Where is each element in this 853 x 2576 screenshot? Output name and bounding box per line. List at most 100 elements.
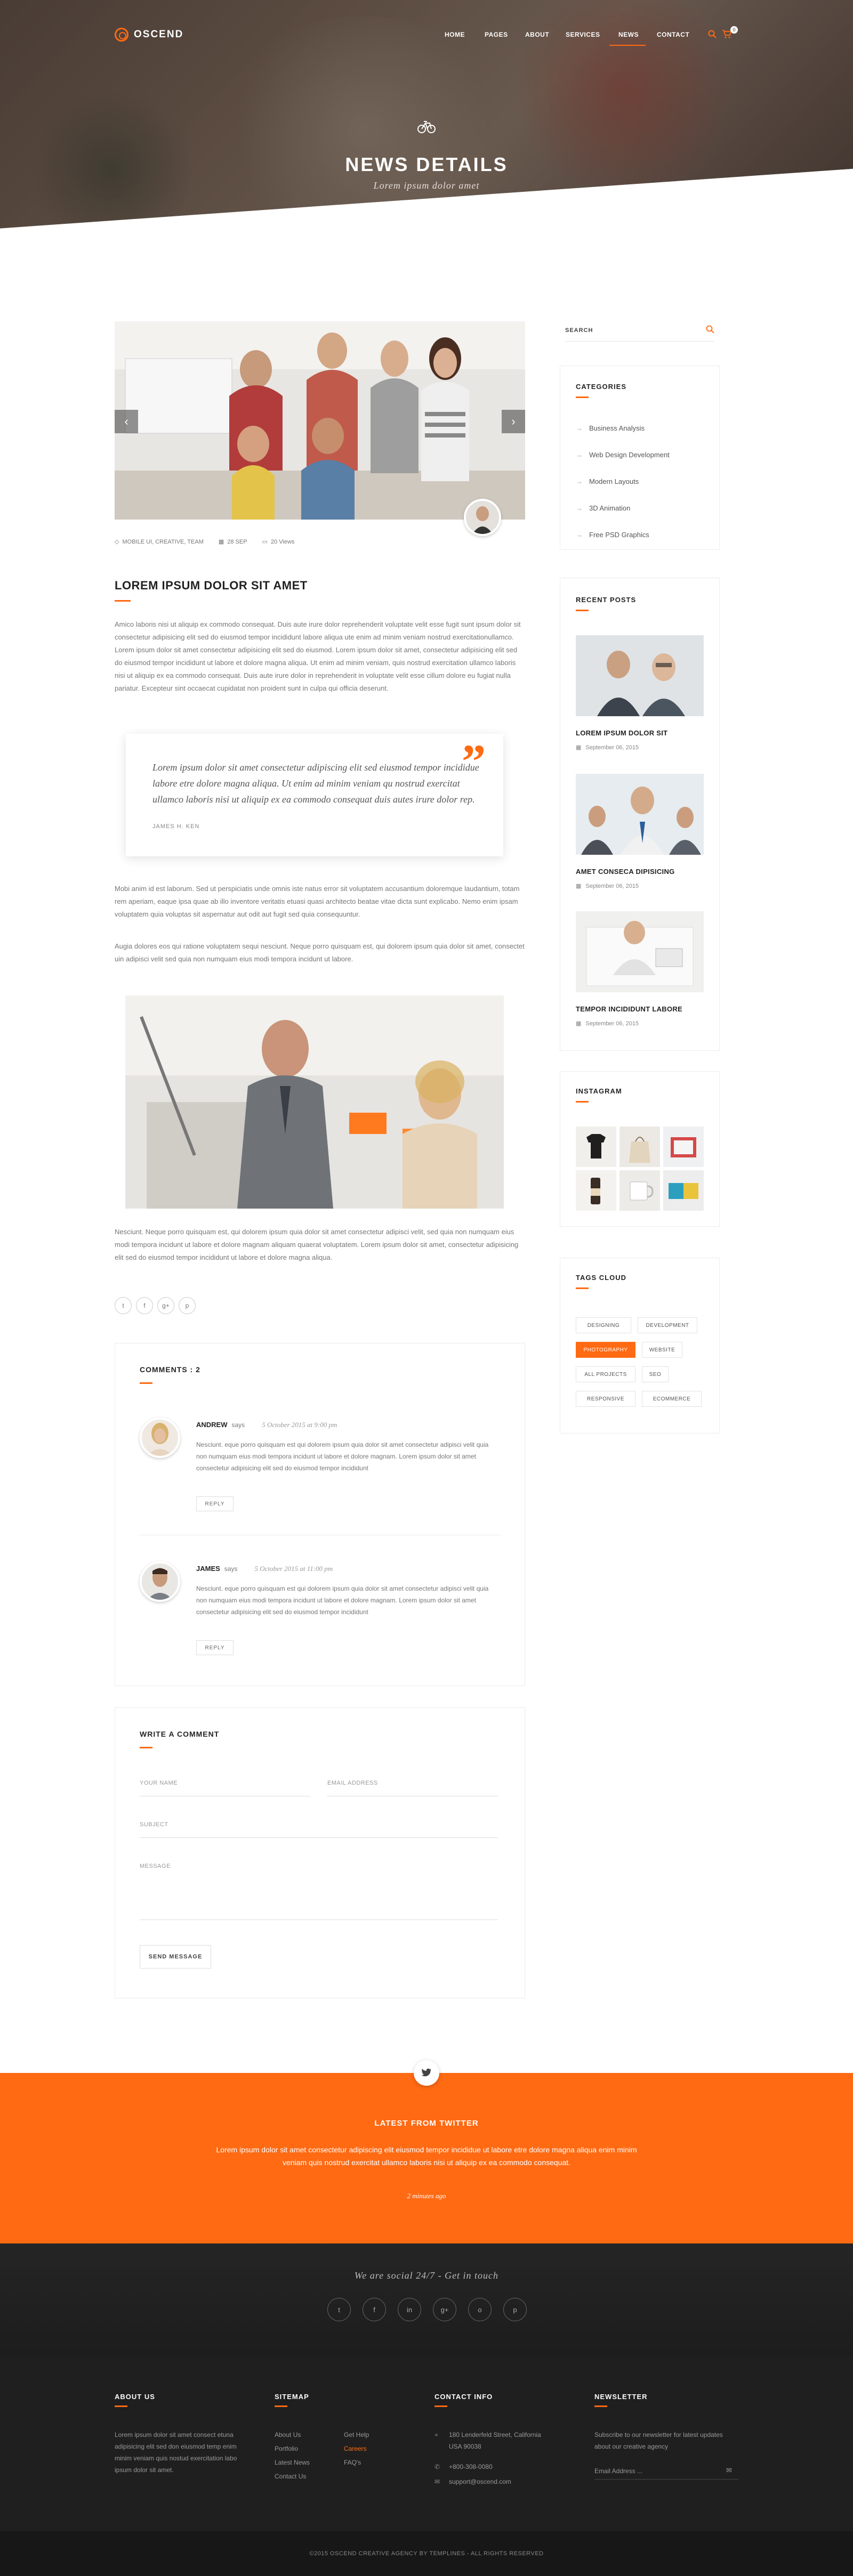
footer-contact-title: CONTACT INFO xyxy=(434,2393,493,2401)
recent-post-thumb[interactable] xyxy=(576,635,704,716)
footer-link[interactable]: About Us xyxy=(275,2431,301,2439)
recent-post-thumb[interactable] xyxy=(576,774,704,855)
comments-box xyxy=(115,1343,525,1686)
meta-date: ▦ 28 SEP xyxy=(218,538,247,546)
page-title: NEWS DETAILS xyxy=(345,153,508,175)
nav-about[interactable]: ABOUT xyxy=(525,31,549,38)
social-title: We are social 24/7 - Get in touch xyxy=(354,2270,499,2281)
recent-post-title[interactable]: AMET CONSECA DIPISICING xyxy=(576,868,675,876)
footer-about-text: Lorem ipsum dolor sit amet consect etuna… xyxy=(115,2431,237,2474)
tag-all-projects[interactable]: ALL PROJECTS xyxy=(576,1366,635,1382)
linkedin-icon[interactable]: in xyxy=(398,2298,421,2321)
post-image-slider[interactable]: ‹ › xyxy=(115,321,525,520)
comment-author: JAMES xyxy=(196,1565,220,1573)
search-icon[interactable] xyxy=(708,30,717,38)
tag-seo[interactable]: SEO xyxy=(642,1366,669,1382)
instagram-photo[interactable] xyxy=(619,1127,660,1167)
instagram-photo[interactable] xyxy=(576,1127,616,1167)
instagram-underline xyxy=(576,1101,589,1103)
pinterest-share-icon[interactable]: p xyxy=(179,1297,196,1314)
social-icons: t f in g+ o p xyxy=(327,2298,527,2321)
tag-responsive[interactable]: RESPONSIVE xyxy=(576,1391,635,1407)
slider-prev-button[interactable]: ‹ xyxy=(115,410,138,433)
subject-field-underline xyxy=(140,1837,498,1838)
footer-phone: +800-308-0080 xyxy=(449,2463,493,2470)
nav-pages[interactable]: PAGES xyxy=(485,31,508,38)
instagram-grid xyxy=(576,1127,704,1212)
calendar-icon: ▦ xyxy=(576,744,582,751)
tag-ecommerce[interactable]: ECOMMERCE xyxy=(642,1391,702,1407)
comments-title: COMMENTS : 2 xyxy=(140,1365,200,1374)
nav-home[interactable]: HOME xyxy=(445,31,465,38)
nav-news[interactable]: NEWS xyxy=(618,31,639,38)
category-item[interactable]: → Modern Layouts xyxy=(576,477,639,485)
footer-link[interactable]: Latest News xyxy=(275,2459,310,2466)
copyright-text: ©2015 OSCEND CREATIVE AGENCY BY TEMPLINE… xyxy=(309,2550,544,2557)
recent-posts-underline xyxy=(576,610,589,611)
reply-button[interactable]: REPLY xyxy=(196,1640,234,1655)
name-field[interactable]: YOUR NAME xyxy=(140,1780,310,1794)
newsletter-email-input[interactable]: Email Address ... xyxy=(594,2467,722,2475)
subject-field[interactable]: SUBJECT xyxy=(140,1821,498,1835)
slider-next-button[interactable]: › xyxy=(502,410,525,433)
comment-date: 5 October 2015 at 9:00 pm xyxy=(262,1421,337,1429)
instagram-icon[interactable]: o xyxy=(468,2298,492,2321)
pinterest-icon[interactable]: p xyxy=(503,2298,527,2321)
recent-post-date: ▦ September 06, 2015 xyxy=(576,882,639,890)
instagram-photo[interactable] xyxy=(663,1170,704,1211)
google-share-icon[interactable]: g+ xyxy=(157,1297,174,1314)
nav-services[interactable]: SERVICES xyxy=(566,31,600,38)
category-item[interactable]: → Web Design Development xyxy=(576,451,670,459)
category-item[interactable]: → Business Analysis xyxy=(576,424,645,432)
footer-sitemap-underline xyxy=(275,2405,287,2407)
facebook-share-icon[interactable]: f xyxy=(136,1297,153,1314)
email-field[interactable]: EMAIL ADDRESS xyxy=(327,1780,498,1794)
comment-1-header: ANDREW says 5 October 2015 at 9:00 pm xyxy=(196,1421,337,1429)
send-message-button[interactable]: SEND MESSAGE xyxy=(140,1945,211,1969)
tag-development[interactable]: DEVELOPMENT xyxy=(638,1317,697,1333)
post-paragraph-3: Augia dolores eos qui ratione voluptatem… xyxy=(115,942,525,963)
recent-posts-title: RECENT POSTS xyxy=(576,596,637,604)
recent-post-title[interactable]: TEMPOR INCIDIDUNT LABORE xyxy=(576,1005,682,1013)
categories-title: CATEGORIES xyxy=(576,383,626,391)
instagram-photo[interactable] xyxy=(576,1170,616,1211)
recent-post-date: ▦ September 06, 2015 xyxy=(576,1020,639,1027)
message-field[interactable]: MESSAGE xyxy=(140,1863,498,1916)
instagram-photo[interactable] xyxy=(663,1127,704,1167)
comments-underline xyxy=(140,1382,152,1384)
footer-sitemap-title: SITEMAP xyxy=(275,2393,309,2401)
recent-post-title[interactable]: LOREM IPSUM DOLOR SIT xyxy=(576,729,667,737)
footer-link[interactable]: Portfolio xyxy=(275,2445,298,2452)
footer-link[interactable]: Contact Us xyxy=(275,2473,306,2480)
categories-underline xyxy=(576,396,589,398)
send-icon[interactable]: ✉ xyxy=(726,2466,732,2475)
footer-email[interactable]: support@oscend.com xyxy=(449,2478,511,2485)
category-item[interactable]: → 3D Animation xyxy=(576,504,630,512)
facebook-icon[interactable]: f xyxy=(363,2298,386,2321)
post-paragraph-4: Nesciunt. Neque porro quisquam est, qui … xyxy=(115,1228,519,1261)
footer-link[interactable]: Get Help xyxy=(344,2431,369,2439)
instagram-photo[interactable] xyxy=(619,1170,660,1211)
category-item[interactable]: → Free PSD Graphics xyxy=(576,531,649,539)
sidebar-search-input[interactable]: SEARCH xyxy=(565,327,714,334)
google-plus-icon[interactable]: g+ xyxy=(433,2298,456,2321)
reply-button[interactable]: REPLY xyxy=(196,1496,234,1511)
nav-contact[interactable]: CONTACT xyxy=(657,31,689,38)
footer-link[interactable]: FAQ's xyxy=(344,2459,361,2466)
location-icon: ⌖ xyxy=(434,2431,438,2439)
sidebar-search-icon[interactable] xyxy=(706,325,714,336)
recent-post-thumb[interactable] xyxy=(576,911,704,992)
meta-categories[interactable]: ◇ MOBILE UI, CREATIVE, TEAM xyxy=(115,538,204,546)
copyright-bar: ©2015 OSCEND CREATIVE AGENCY BY TEMPLINE… xyxy=(0,2531,853,2576)
tweet-time: 2 minutes ago xyxy=(407,2192,446,2200)
footer-link-active[interactable]: Careers xyxy=(344,2445,367,2452)
calendar-icon: ▦ xyxy=(576,883,582,889)
twitter-share-icon[interactable]: t xyxy=(115,1297,132,1314)
twitter-icon[interactable]: t xyxy=(327,2298,351,2321)
arrow-right-icon: → xyxy=(576,477,583,485)
tweet-text: Lorem ipsum dolor sit amet consectetur a… xyxy=(216,2145,637,2167)
tag-designing[interactable]: DESIGNING xyxy=(576,1317,631,1333)
tag-website[interactable]: WEBSITE xyxy=(642,1342,682,1358)
tag-photography[interactable]: PHOTOGRAPHY xyxy=(576,1342,635,1358)
sidebar-search-underline xyxy=(565,341,714,342)
